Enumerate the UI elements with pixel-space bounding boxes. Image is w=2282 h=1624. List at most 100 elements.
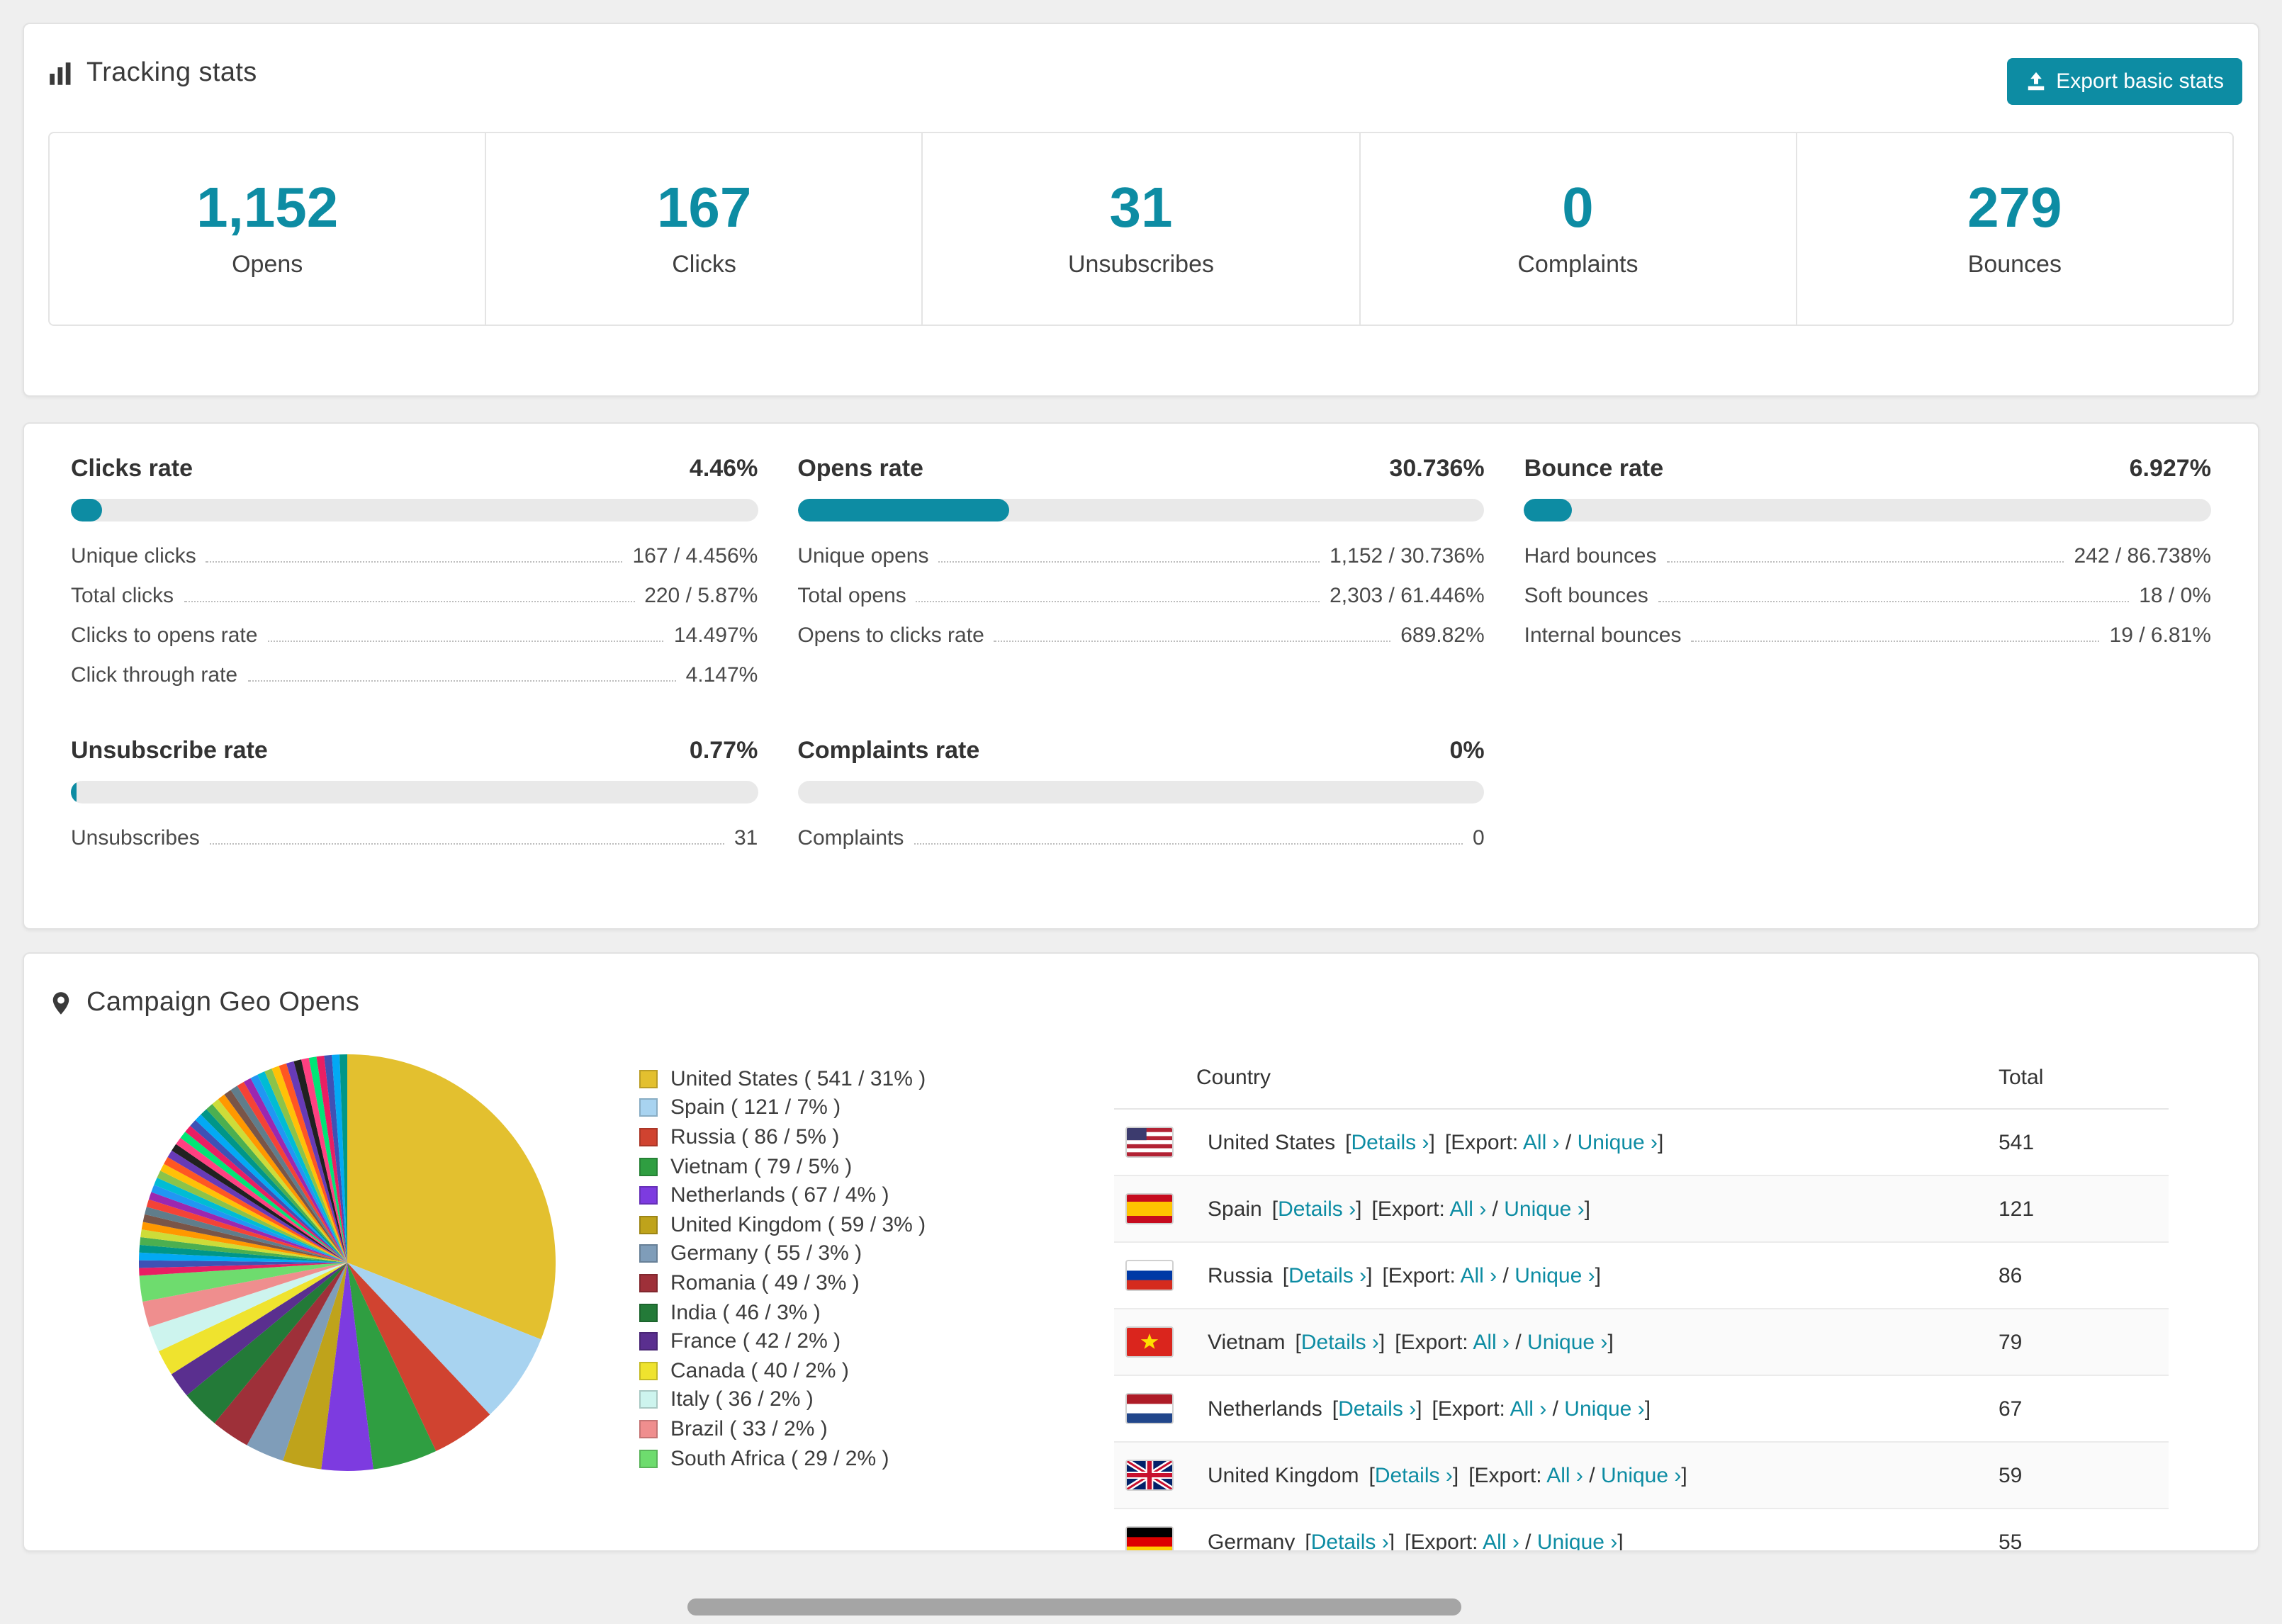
progress-fill	[797, 499, 1009, 521]
metric-label: Unique opens	[797, 543, 929, 568]
export-unique-link[interactable]: Unique ›	[1564, 1397, 1644, 1421]
dotted-leader	[994, 640, 1391, 641]
details-link[interactable]: Details ›	[1278, 1197, 1356, 1221]
flag-nl-icon	[1125, 1393, 1174, 1424]
stat-label: Clicks	[672, 250, 736, 277]
metric-value: 1,152 / 30.736%	[1330, 543, 1485, 568]
progress-bar	[71, 499, 758, 521]
export-unique-link[interactable]: Unique ›	[1537, 1530, 1617, 1550]
country-name: United Kingdom	[1208, 1463, 1359, 1487]
export-all-link[interactable]: All ›	[1473, 1330, 1510, 1354]
progress-bar	[1524, 499, 2211, 521]
export-all-link[interactable]: All ›	[1461, 1263, 1497, 1287]
export-unique-link[interactable]: Unique ›	[1601, 1463, 1681, 1487]
export-unique-link[interactable]: Unique ›	[1514, 1263, 1595, 1287]
stat-box-unsubscribes: 31 Unsubscribes	[923, 133, 1361, 325]
bracket: ]	[1378, 1330, 1386, 1354]
country-column-header: Country	[1114, 1047, 1987, 1110]
export-unique-link[interactable]: Unique ›	[1578, 1130, 1658, 1154]
country-total: 121	[1987, 1175, 2169, 1243]
stats-summary-row: 1,152 Opens 167 Clicks 31 Unsubscribes 0 Compla…	[48, 132, 2234, 326]
export-all-link[interactable]: All ›	[1483, 1530, 1519, 1550]
export-label: Export:	[1451, 1130, 1523, 1154]
metric-row: Total opens 2,303 / 61.446%	[797, 575, 1484, 615]
details-link[interactable]: Details ›	[1338, 1397, 1416, 1421]
country-name: United States	[1208, 1130, 1336, 1154]
geo-table-row-united-states: United States [Details ›] [Export: All › /…	[1114, 1109, 2169, 1176]
geo-table-header-row: Country Total	[1114, 1047, 2169, 1110]
legend-item: Canada ( 40 / 2% )	[639, 1356, 972, 1385]
rate-panel-complaints-rate: Complaints rate 0% Complaints 0	[797, 737, 1485, 857]
rate-value: 30.736%	[1389, 455, 1485, 482]
legend-label: India ( 46 / 3% )	[670, 1300, 821, 1325]
legend-swatch	[639, 1098, 658, 1117]
bracket: [	[1368, 1463, 1375, 1487]
dotted-leader	[247, 680, 676, 681]
export-all-link[interactable]: All ›	[1523, 1130, 1560, 1154]
tracking-card-header: Tracking stats	[24, 24, 2258, 89]
stat-value: 279	[1967, 176, 2062, 239]
metric-value: 14.497%	[673, 623, 758, 647]
geo-table-row-germany: Germany [Details ›] [Export: All › / Uniqu…	[1114, 1509, 2169, 1552]
country-name: Russia	[1208, 1263, 1273, 1287]
country-name: Germany	[1208, 1530, 1295, 1552]
horizontal-scrollbar-thumb[interactable]	[687, 1598, 1461, 1615]
stat-value: 31	[1109, 176, 1173, 239]
stat-box-opens: 1,152 Opens	[50, 133, 487, 325]
metric-row: Clicks to opens rate 14.497%	[71, 615, 758, 655]
bracket: [	[1305, 1530, 1311, 1552]
geo-table-row-united-kingdom: United Kingdom [Details ›] [Export: All › …	[1114, 1442, 2169, 1509]
geo-table-wrap: Country Total United States [Details ›] [E…	[1114, 1047, 2169, 1552]
rate-title: Opens rate	[797, 455, 923, 482]
stat-label: Complaints	[1517, 250, 1639, 277]
rate-title: Complaints rate	[797, 737, 980, 764]
export-basic-stats-button[interactable]: Export basic stats	[2006, 58, 2242, 105]
legend-swatch	[639, 1303, 658, 1322]
progress-fill	[71, 499, 102, 521]
geo-card-title: Campaign Geo Opens	[86, 988, 360, 1017]
metric-row: Soft bounces 18 / 0%	[1524, 575, 2211, 615]
stat-value: 0	[1562, 176, 1594, 239]
metric-row: Unique clicks 167 / 4.456%	[71, 536, 758, 575]
slash-separator: /	[1486, 1197, 1505, 1221]
metric-row: Unsubscribes 31	[71, 818, 758, 857]
bracket: ]	[1617, 1530, 1624, 1552]
details-link[interactable]: Details ›	[1375, 1463, 1453, 1487]
flag-gb-icon	[1125, 1460, 1174, 1491]
stat-box-complaints: 0 Complaints	[1360, 133, 1797, 325]
export-all-link[interactable]: All ›	[1450, 1197, 1487, 1221]
export-label: Export:	[1377, 1197, 1450, 1221]
legend-label: United Kingdom ( 59 / 3% )	[670, 1212, 926, 1237]
export-all-link[interactable]: All ›	[1510, 1397, 1547, 1421]
metric-value: 19 / 6.81%	[2109, 623, 2211, 647]
legend-label: Netherlands ( 67 / 4% )	[670, 1183, 889, 1208]
details-link[interactable]: Details ›	[1288, 1263, 1366, 1287]
export-all-link[interactable]: All ›	[1546, 1463, 1583, 1487]
dotted-leader	[209, 842, 724, 844]
country-total: 59	[1987, 1442, 2169, 1509]
country-total: 541	[1987, 1109, 2169, 1176]
details-link[interactable]: Details ›	[1301, 1330, 1379, 1354]
details-link[interactable]: Details ›	[1351, 1130, 1429, 1154]
legend-swatch	[639, 1127, 658, 1146]
metric-label: Internal bounces	[1524, 623, 1682, 647]
legend-item: France ( 42 / 2% )	[639, 1327, 972, 1356]
country-name: Vietnam	[1208, 1330, 1286, 1354]
metric-value: 2,303 / 61.446%	[1330, 583, 1485, 607]
legend-swatch	[639, 1449, 658, 1468]
slash-separator: /	[1583, 1463, 1601, 1487]
metric-value: 689.82%	[1400, 623, 1485, 647]
bracket: [	[1332, 1397, 1339, 1421]
export-label: Export:	[1437, 1397, 1510, 1421]
rates-card: Clicks rate 4.46% Unique clicks 167 / 4.456…	[23, 422, 2259, 930]
export-label: Export:	[1410, 1530, 1483, 1552]
geo-table-row-spain: Spain [Details ›] [Export: All › / Unique …	[1114, 1175, 2169, 1243]
export-unique-link[interactable]: Unique ›	[1527, 1330, 1607, 1354]
geo-table-row-netherlands: Netherlands [Details ›] [Export: All › / U…	[1114, 1375, 2169, 1443]
details-link[interactable]: Details ›	[1311, 1530, 1389, 1550]
bracket: ]	[1681, 1463, 1687, 1487]
export-unique-link[interactable]: Unique ›	[1504, 1197, 1584, 1221]
page-title: Tracking stats	[86, 58, 257, 88]
export-label: Export:	[1400, 1330, 1473, 1354]
metric-label: Clicks to opens rate	[71, 623, 258, 647]
